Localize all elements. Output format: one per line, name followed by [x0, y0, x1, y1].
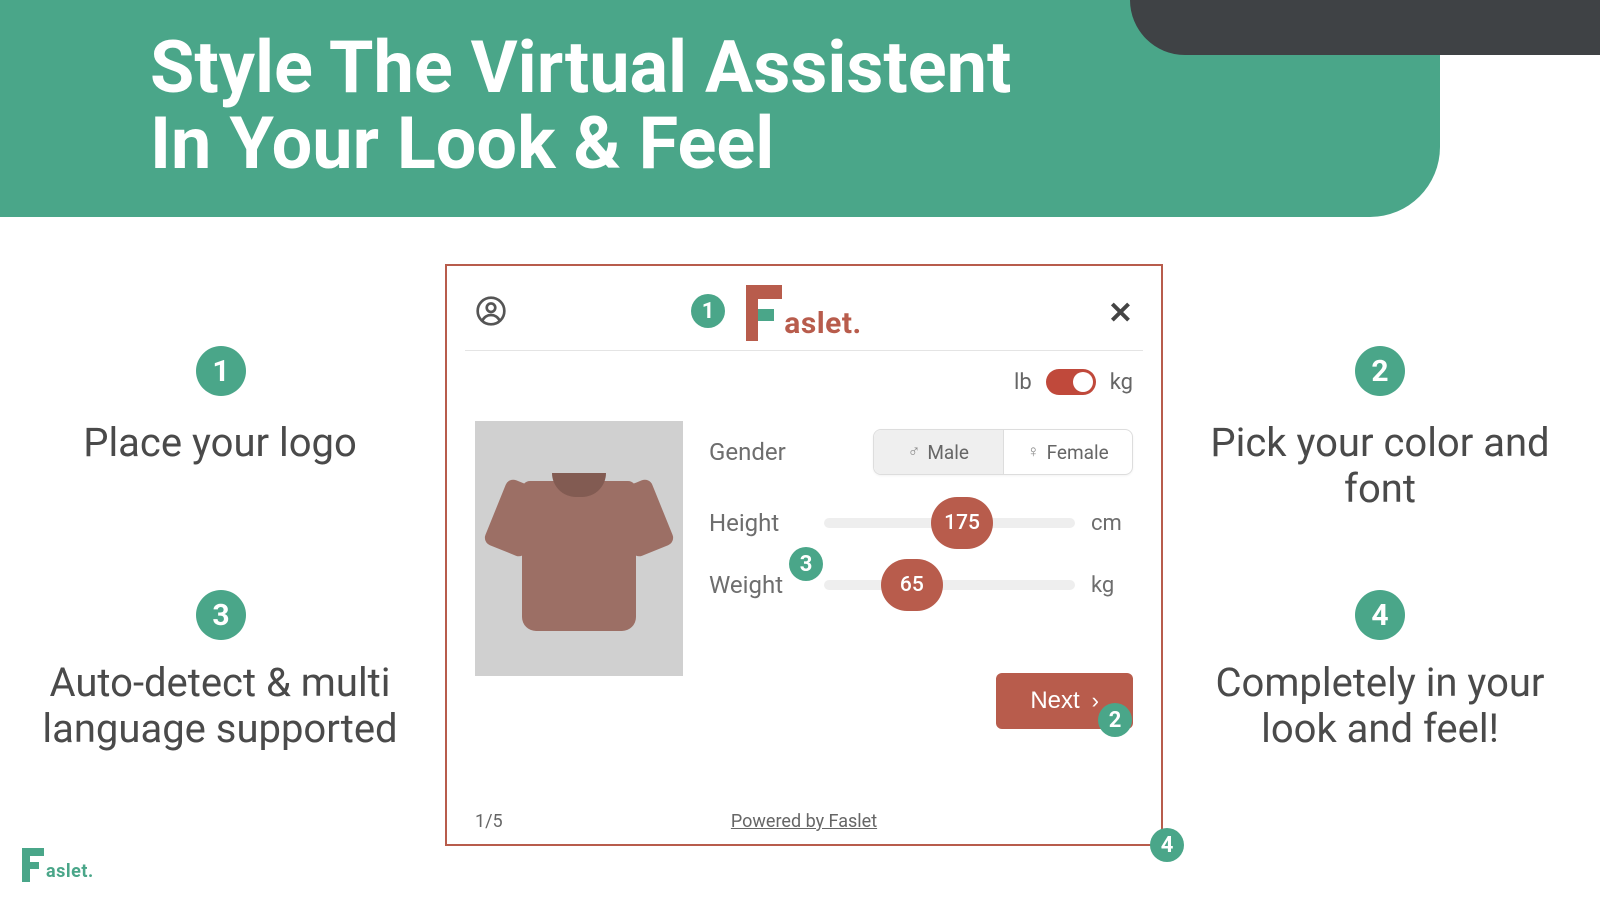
- annotation-badge-2: 2: [1355, 346, 1405, 396]
- chevron-right-icon: ›: [1092, 688, 1099, 714]
- height-slider[interactable]: 175: [824, 518, 1075, 528]
- annotation-badge-4: 4: [1355, 590, 1405, 640]
- logo-f-mark: [22, 848, 44, 882]
- male-icon: ♂: [908, 442, 921, 462]
- divider: [465, 350, 1143, 351]
- gender-female-option[interactable]: ♀ Female: [1004, 430, 1133, 474]
- female-icon: ♀: [1027, 442, 1040, 462]
- inline-badge-2: 2: [1098, 703, 1132, 737]
- annotation-text-2: Pick your color and font: [1200, 420, 1560, 512]
- next-button-label: Next: [1030, 687, 1079, 715]
- product-image: [475, 421, 683, 676]
- title-line-2: In Your Look & Feel: [150, 106, 1011, 182]
- weight-slider-thumb[interactable]: 65: [881, 559, 943, 611]
- user-icon[interactable]: [475, 295, 507, 331]
- unit-toggle[interactable]: [1046, 369, 1096, 395]
- gender-row: Gender ♂ Male ♀ Female: [709, 429, 1133, 475]
- height-row: Height 175 cm: [709, 509, 1133, 537]
- gender-label: Gender: [709, 438, 804, 466]
- weight-slider[interactable]: 65: [824, 580, 1075, 590]
- height-slider-thumb[interactable]: 175: [931, 497, 993, 549]
- powered-by-link[interactable]: Powered by Faslet: [731, 811, 877, 832]
- widget-footer: 1/5 Powered by Faslet: [475, 811, 1133, 832]
- weight-row: Weight 65 kg: [709, 571, 1133, 599]
- gender-female-label: Female: [1047, 441, 1109, 464]
- gender-male-option[interactable]: ♂ Male: [874, 430, 1003, 474]
- height-label: Height: [709, 509, 804, 537]
- inline-badge-1: 1: [691, 294, 725, 328]
- annotation-text-3: Auto-detect & multi language supported: [40, 660, 400, 752]
- height-unit: cm: [1091, 511, 1133, 536]
- inline-badge-3: 3: [789, 547, 823, 581]
- tshirt-icon: [494, 461, 664, 636]
- weight-unit: kg: [1091, 573, 1133, 598]
- unit-toggle-row: lb kg: [475, 369, 1133, 395]
- header-dark-bg: [1130, 0, 1600, 55]
- gender-male-label: Male: [927, 441, 969, 464]
- title-line-1: Style The Virtual Assistent: [150, 30, 1011, 106]
- footer-brand-logo: aslet.: [22, 848, 94, 882]
- page-title: Style The Virtual Assistent In Your Look…: [150, 30, 1011, 181]
- annotation-text-1: Place your logo: [50, 420, 390, 466]
- close-icon[interactable]: ✕: [1108, 296, 1133, 331]
- brand-logo: aslet.: [746, 285, 861, 341]
- footer-logo-text: aslet.: [46, 861, 94, 882]
- annotation-text-4: Completely in your look and feel!: [1200, 660, 1560, 752]
- logo-f-mark: [746, 285, 782, 341]
- gender-segmented: ♂ Male ♀ Female: [873, 429, 1133, 475]
- inline-badge-4: 4: [1150, 828, 1184, 862]
- annotation-badge-3: 3: [196, 590, 246, 640]
- unit-lb-label: lb: [1014, 370, 1032, 395]
- unit-kg-label: kg: [1110, 370, 1133, 395]
- weight-label: Weight: [709, 571, 804, 599]
- logo-text: aslet.: [784, 306, 861, 341]
- annotation-badge-1: 1: [196, 346, 246, 396]
